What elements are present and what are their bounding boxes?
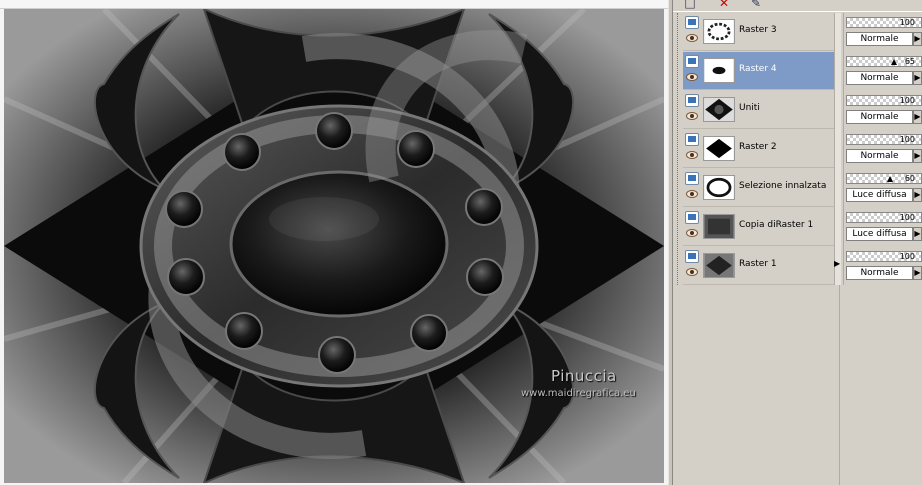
layer-visibility-icon[interactable] [685,133,699,146]
layer-name: Raster 3 [739,25,777,35]
opacity-value: 100 [899,252,915,261]
layer-name: Raster 4 [739,64,777,74]
layer-list-scrollbar[interactable]: ▶ [834,13,841,285]
blend-dropdown-arrow-icon[interactable]: ▶ [913,149,922,163]
eye-icon[interactable] [686,151,698,159]
opacity-slider[interactable]: 100 [846,251,922,262]
layer-row-raster-3[interactable]: Raster 3 [683,13,834,51]
layer-row-raster-2[interactable]: Raster 2 [683,130,834,168]
eye-icon[interactable] [686,190,698,198]
layer-properties: 100 Normale ▶ 65 Normale ▶ 100 Normale ▶… [843,13,922,285]
eye-icon[interactable] [686,229,698,237]
layer-thumbnail [703,136,735,161]
layer-icon[interactable]: □ [683,0,697,10]
layer-visibility-icon[interactable] [685,211,699,224]
opacity-slider[interactable]: 60 [846,173,922,184]
canvas-top-strip [0,0,668,9]
blend-dropdown-arrow-icon[interactable]: ▶ [913,188,922,202]
blend-dropdown-arrow-icon[interactable]: ▶ [913,110,922,124]
opacity-marker-icon[interactable] [891,59,897,65]
layer-row-raster-1[interactable]: Raster 1 [683,247,834,285]
eye-icon[interactable] [686,34,698,42]
blend-mode-select[interactable]: Normale [846,71,913,85]
blend-dropdown-arrow-icon[interactable]: ▶ [913,266,922,280]
eye-icon[interactable] [686,112,698,120]
eye-icon[interactable] [686,73,698,81]
layer-visibility-icon[interactable] [685,55,699,68]
opacity-slider[interactable]: 100 [846,17,922,28]
blend-mode-select[interactable]: Normale [846,149,913,163]
opacity-value: 100 [899,96,915,105]
layer-row-selezione-innalzata[interactable]: Selezione innalzata [683,169,834,207]
layer-visibility-icon[interactable] [685,250,699,263]
blend-mode-select[interactable]: Normale [846,110,913,124]
layer-visibility-icon[interactable] [685,94,699,107]
opacity-slider[interactable]: 100 [846,212,922,223]
column-divider [839,285,840,485]
layers-panel-empty-area [673,285,922,485]
delete-layer-icon[interactable]: ✕ [717,0,731,10]
layer-thumbnail [703,19,735,44]
layer-props-uniti: 100 Normale ▶ [846,91,922,127]
opacity-slider[interactable]: 100 [846,95,922,106]
opacity-value: 100 [899,18,915,27]
artwork-image [4,9,664,483]
opacity-slider[interactable]: 65 [846,56,922,67]
layer-list: Raster 3 Raster 4 Uniti Raster 2 Selezio… [683,13,834,285]
blend-dropdown-arrow-icon[interactable]: ▶ [913,227,922,241]
signature-name: Pinuccia [551,367,617,385]
opacity-value: 100 [899,213,915,222]
opacity-value: 60 [904,174,915,183]
opacity-marker-icon[interactable] [887,176,893,182]
layer-name: Raster 2 [739,142,777,152]
layer-name: Selezione innalzata [739,181,827,191]
blend-mode-select[interactable]: Luce diffusa [846,188,913,202]
layer-name: Copia diRaster 1 [739,220,814,230]
image-canvas[interactable]: Pinuccia www.maidiregrafica.eu [0,0,668,485]
layer-thumbnail [703,175,735,200]
blend-mode-select[interactable]: Luce diffusa [846,227,913,241]
layer-name: Uniti [739,103,760,113]
layer-group-line [677,13,679,285]
layer-thumbnail [703,58,735,83]
layer-thumbnail [703,214,735,239]
blend-dropdown-arrow-icon[interactable]: ▶ [913,32,922,46]
layer-props-raster-4: 65 Normale ▶ [846,52,922,88]
layer-visibility-icon[interactable] [685,16,699,29]
signature-url: www.maidiregrafica.eu [521,388,636,399]
layer-thumbnail [703,253,735,278]
layer-row-copia-diraster-1[interactable]: Copia diRaster 1 [683,208,834,246]
layer-row-uniti[interactable]: Uniti [683,91,834,129]
layers-toolbar: □ ✕ ✎ [673,0,922,12]
layers-panel: □ ✕ ✎ Raster 3 Raster 4 Uniti Raster 2 S… [673,0,922,485]
layer-props-raster-1: 100 Normale ▶ [846,247,922,283]
layer-visibility-icon[interactable] [685,172,699,185]
layer-props-raster-2: 100 Normale ▶ [846,130,922,166]
layer-props-raster-3: 100 Normale ▶ [846,13,922,49]
layer-props-selezione-innalzata: 60 Luce diffusa ▶ [846,169,922,205]
blend-mode-select[interactable]: Normale [846,32,913,46]
blend-dropdown-arrow-icon[interactable]: ▶ [913,71,922,85]
scroll-arrow-icon[interactable]: ▶ [834,259,840,268]
layer-row-raster-4[interactable]: Raster 4 [683,52,834,90]
layer-name: Raster 1 [739,259,777,269]
layer-props-copia-diraster-1: 100 Luce diffusa ▶ [846,208,922,244]
eye-icon[interactable] [686,268,698,276]
brush-icon[interactable]: ✎ [749,0,763,10]
blend-mode-select[interactable]: Normale [846,266,913,280]
opacity-value: 100 [899,135,915,144]
opacity-value: 65 [904,57,915,66]
layer-thumbnail [703,97,735,122]
opacity-slider[interactable]: 100 [846,134,922,145]
